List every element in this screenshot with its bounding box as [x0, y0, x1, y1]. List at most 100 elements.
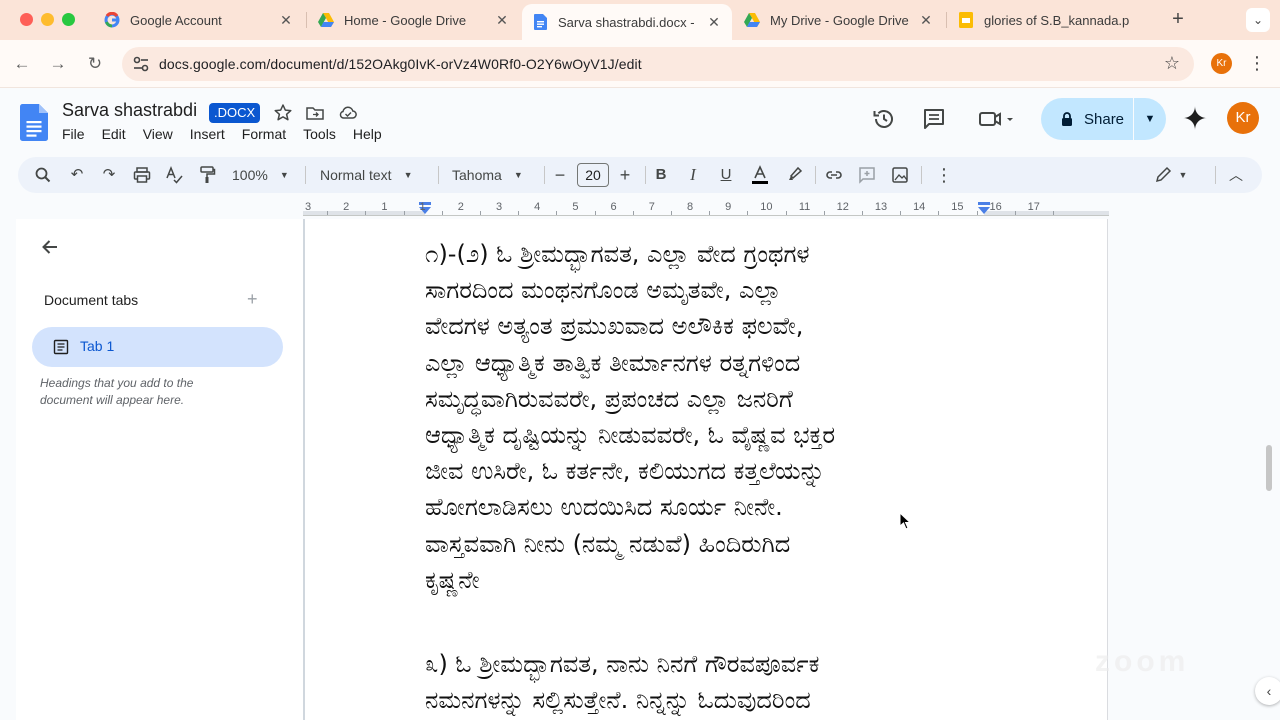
address-bar[interactable]: docs.google.com/document/d/152OAkg0IvK-o… [122, 47, 1194, 81]
ruler-number: 2 [343, 201, 350, 213]
browser-toolbar: ← → ↻ docs.google.com/document/d/152OAkg… [0, 40, 1280, 88]
document-title[interactable]: Sarva shastrabdi [62, 100, 197, 121]
font-value: Tahoma [452, 167, 502, 183]
share-button[interactable]: Share [1041, 98, 1133, 140]
insert-link-icon[interactable] [824, 165, 844, 185]
paragraph-style-select[interactable]: Normal text ▼ [320, 165, 413, 185]
version-history-icon[interactable] [871, 106, 897, 132]
meet-call-icon[interactable] [977, 106, 1013, 132]
decrease-font-size-button[interactable]: − [553, 165, 567, 185]
browser-tab-google-account[interactable]: Google Account ✕ [94, 4, 304, 36]
text-line: ನಮನಗಳನ್ನು ಸಲ್ಲಿಸುತ್ತೇನೆ. ನಿನ್ನನ್ನು ಓದುವು… [425, 686, 811, 715]
document-tab-icon [53, 339, 69, 355]
side-panel-toggle-chevron-icon[interactable]: ‹ [1255, 677, 1280, 705]
browser-tab-home-drive[interactable]: Home - Google Drive ✕ [308, 4, 520, 36]
menu-tools[interactable]: Tools [303, 126, 336, 142]
text-color-icon[interactable] [751, 165, 769, 185]
site-settings-icon[interactable] [132, 55, 150, 73]
browser-menu-icon[interactable]: ⋮ [1248, 52, 1266, 74]
add-comment-icon[interactable] [858, 165, 876, 185]
menu-bar: File Edit View Insert Format Tools Help [62, 126, 399, 142]
add-tab-button[interactable]: + [247, 289, 258, 310]
hide-menus-chevron-up-icon[interactable]: ︿ [1228, 165, 1244, 185]
zoom-select[interactable]: 100% ▼ [232, 165, 289, 185]
ruler-track [303, 215, 1109, 216]
print-icon[interactable] [133, 165, 151, 185]
browser-tab-glories-slides[interactable]: glories of S.B_kannada.p [948, 4, 1158, 36]
close-tab-icon[interactable]: ✕ [706, 14, 722, 31]
google-docs-logo-icon[interactable] [20, 104, 48, 141]
ruler-number: 16 [989, 201, 1002, 213]
close-window-button[interactable] [20, 13, 33, 26]
editing-mode-pencil-icon[interactable] [1154, 165, 1172, 185]
menu-file[interactable]: File [62, 126, 85, 142]
ruler-number: 6 [610, 201, 617, 213]
google-slides-icon [958, 12, 974, 28]
ruler-number: 2 [457, 201, 464, 213]
ruler-number: 8 [686, 201, 694, 213]
insert-image-icon[interactable] [891, 165, 909, 185]
forward-icon[interactable]: → [46, 52, 70, 76]
back-arrow-icon[interactable] [40, 237, 60, 257]
paint-format-icon[interactable] [198, 165, 216, 185]
gemini-sparkle-icon[interactable] [1182, 105, 1208, 131]
chevron-down-icon[interactable]: ▼ [1177, 165, 1189, 185]
ruler-number: 4 [534, 201, 541, 213]
minimize-window-button[interactable] [41, 13, 54, 26]
horizontal-ruler[interactable]: 3 2 1 1 2 3 4 5 6 7 8 9 10 11 12 13 14 15 16 17 [303, 201, 1109, 219]
underline-icon[interactable]: U [719, 165, 733, 185]
font-size-input[interactable]: 20 [577, 163, 609, 187]
close-tab-icon[interactable]: ✕ [918, 12, 934, 29]
ruler-number: 11 [798, 201, 811, 213]
menu-edit[interactable]: Edit [102, 126, 126, 142]
text-line: ಆಧ್ಯಾತ್ಮಿಕ ದೃಷ್ಟಿಯನ್ನು ನೀಡುವವರೇ, ಓ ವೈಷ್ಣ… [425, 421, 836, 450]
ruler-number: 17 [1027, 201, 1040, 213]
increase-font-size-button[interactable]: + [618, 165, 632, 185]
bookmark-star-icon[interactable]: ☆ [1164, 53, 1180, 74]
new-tab-button[interactable]: + [1168, 8, 1188, 32]
browser-tab-sarva-docx[interactable]: Sarva shastrabdi.docx - ✕ [522, 4, 732, 40]
reload-icon[interactable]: ↻ [83, 52, 107, 76]
vertical-scrollbar[interactable] [1266, 445, 1272, 491]
menu-view[interactable]: View [143, 126, 173, 142]
maximize-window-button[interactable] [62, 13, 75, 26]
text-line: ಸಮೃದ್ಧವಾಗಿರುವವರೇ, ಪ್ರಪಂಚದ ಎಲ್ಲಾ ಜನರಿಗೆ [425, 384, 793, 413]
text-line: ವಾಸ್ತವವಾಗಿ ನೀನು (ನಮ್ಮ ನಡುವೆ) ಹಿಂದಿರುಗಿದ [425, 529, 791, 558]
ruler-number: 13 [874, 201, 888, 213]
cloud-saved-icon[interactable] [338, 103, 358, 123]
document-page[interactable]: ೧)-(೨) ಓ ಶ್ರೀಮದ್ಭಾಗವತ, ಎಲ್ಲಾ ವೇದ ಗ್ರಂಥಗಳ… [305, 219, 1108, 720]
ruler-tick [785, 211, 787, 215]
redo-icon[interactable]: ↷ [100, 165, 118, 185]
undo-icon[interactable]: ↶ [68, 165, 86, 185]
browser-tab-my-drive[interactable]: My Drive - Google Drive ✕ [734, 4, 944, 36]
tab-search-button[interactable]: ⌄ [1246, 8, 1270, 32]
chevron-down-icon: ▼ [279, 170, 289, 180]
headings-hint-text: Headings that you add to the document wi… [40, 376, 194, 407]
move-folder-icon[interactable] [305, 103, 325, 123]
menu-format[interactable]: Format [242, 126, 286, 142]
ruler-tick [365, 211, 367, 215]
menu-insert[interactable]: Insert [190, 126, 225, 142]
menu-help[interactable]: Help [353, 126, 382, 142]
sidebar-item-tab-1[interactable]: Tab 1 [32, 327, 283, 367]
search-menus-icon[interactable] [35, 165, 51, 185]
ruler-tick [1014, 211, 1016, 215]
highlight-color-icon[interactable] [786, 165, 804, 185]
account-avatar[interactable]: Kr [1227, 102, 1259, 134]
ruler-tick [518, 211, 520, 215]
close-tab-icon[interactable]: ✕ [278, 12, 294, 29]
document-paragraph-1[interactable]: ೧)-(೨) ಓ ಶ್ರೀಮದ್ಭಾಗವತ, ಎಲ್ಲಾ ವೇದ ಗ್ರಂಥಗಳ… [425, 236, 1025, 598]
close-tab-icon[interactable]: ✕ [494, 12, 510, 29]
italic-icon[interactable]: I [686, 165, 700, 185]
share-dropdown-button[interactable]: ▼ [1134, 98, 1166, 140]
spellcheck-icon[interactable] [165, 165, 183, 185]
star-icon[interactable] [273, 103, 293, 123]
document-paragraph-2[interactable]: ೩) ಓ ಶ್ರೀಮದ್ಭಾಗವತ, ನಾನು ನಿನಗೆ ಗೌರವಪೂರ್ವಕ… [425, 646, 1025, 718]
browser-profile-avatar[interactable]: Kr [1211, 53, 1232, 74]
bold-icon[interactable]: B [654, 165, 668, 185]
more-options-icon[interactable]: ⋮ [935, 165, 953, 185]
ruler-number: 15 [951, 201, 964, 213]
back-icon[interactable]: ← [10, 52, 34, 76]
font-family-select[interactable]: Tahoma ▼ [452, 165, 523, 185]
comments-icon[interactable] [921, 106, 947, 132]
